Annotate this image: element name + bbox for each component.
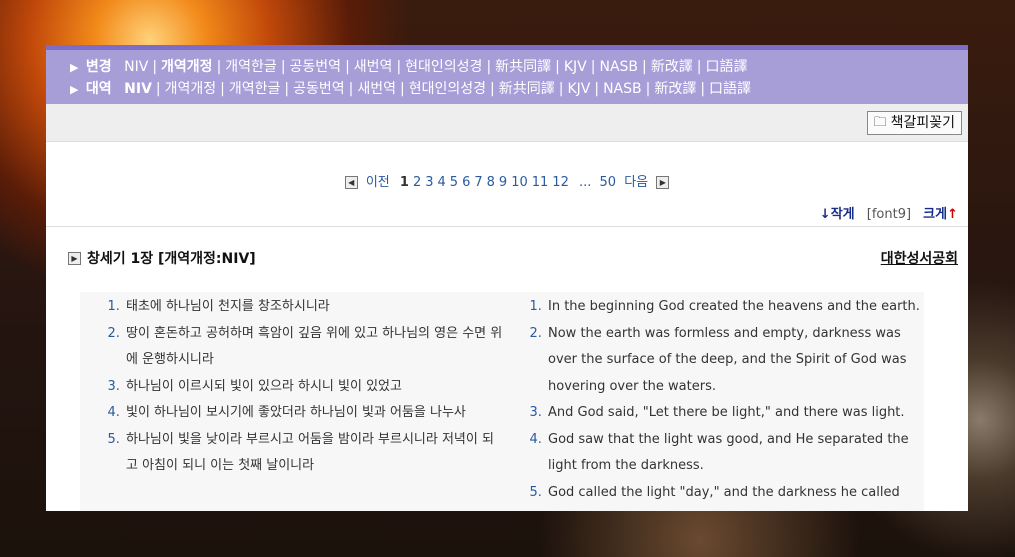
page-link[interactable]: 6 <box>462 175 470 190</box>
separator: | <box>348 81 354 97</box>
separator: | <box>396 59 402 75</box>
separator: | <box>155 81 161 97</box>
next-arrow-icon[interactable]: ▶ <box>656 176 670 189</box>
page-link[interactable]: 12 <box>552 175 569 190</box>
bookmark-button[interactable]: 🗀 책갈피꽂기 <box>866 111 962 135</box>
compare-option[interactable]: 口語譯 <box>709 81 751 97</box>
page-link[interactable]: 10 <box>511 175 528 190</box>
chapter-heading: ▶ 창세기 1장 [개역개정:NIV] <box>68 248 256 268</box>
page-link[interactable]: 11 <box>532 175 549 190</box>
compare-option[interactable]: 新改譯 <box>654 81 696 97</box>
change-option[interactable]: 현대인의성경 <box>405 59 482 75</box>
font-current: [font9] <box>866 207 912 222</box>
font-smaller-button[interactable]: ↓작게 <box>820 207 855 222</box>
change-option[interactable]: NASB <box>599 59 638 75</box>
separator: | <box>555 59 560 75</box>
change-option[interactable]: KJV <box>564 59 587 75</box>
page-link[interactable]: 2 <box>413 175 421 190</box>
verses-panel: 태초에 하나님이 천지를 창조하시니라땅이 혼돈하고 공허하며 흑암이 깊음 위… <box>80 292 924 511</box>
verse-item: God saw that the light was good, and He … <box>546 427 922 480</box>
separator: | <box>558 81 564 97</box>
compare-option[interactable]: 새번역 <box>357 81 396 97</box>
compare-label: 대역 <box>85 81 112 97</box>
page-link[interactable]: 1 <box>400 175 409 190</box>
compare-option[interactable]: NIV <box>124 81 152 97</box>
page-link[interactable]: 9 <box>499 175 507 190</box>
page-link[interactable]: 8 <box>487 175 495 190</box>
change-version-row: ▶ 변경 NIV | 개역개정 | 개역한글 | 공동번역 | 새번역 | 현대인의성경 | 新共同譯 |… <box>70 56 968 78</box>
triangle-right-icon: ▶ <box>70 83 79 96</box>
ellipsis: ... <box>578 175 592 190</box>
pagination: ◀ 이전 1 2 3 4 5 6 7 8 9 10 11 12 ... 50 다음 ▶ <box>46 171 968 190</box>
verse-item: 빛이 하나님이 보시기에 좋았더라 하나님이 빛과 어둠을 나누사 <box>124 400 504 427</box>
verse-item: 태초에 하나님이 천지를 창조하시니라 <box>124 294 504 321</box>
play-icon[interactable]: ▶ <box>68 251 81 265</box>
verse-item: God called the light "day," and the dark… <box>546 480 922 507</box>
separator: | <box>590 59 596 75</box>
separator: | <box>345 59 350 75</box>
verse-item: And God said, "Let there be light," and … <box>546 400 922 427</box>
verse-item: 하나님이 이르시되 빛이 있으라 하시니 빛이 있었고 <box>124 374 504 401</box>
separator: | <box>645 81 651 97</box>
page-link[interactable]: 7 <box>474 175 482 190</box>
change-option[interactable]: 新共同譯 <box>495 59 551 75</box>
font-bigger-button[interactable]: 크게↑ <box>923 207 958 222</box>
change-option[interactable]: NIV <box>124 59 148 75</box>
change-label: 변경 <box>85 59 112 75</box>
page-links: 1 2 3 4 5 6 7 8 9 10 11 12 <box>398 175 571 190</box>
page-link[interactable]: 3 <box>425 175 433 190</box>
font-size-control: ↓작게 [font9] 크게↑ <box>820 203 958 222</box>
change-options: NIV | 개역개정 | 개역한글 | 공동번역 | 새번역 | 현대인의성경 | 新共同譯 | KJV | N… <box>124 59 747 75</box>
triangle-right-icon: ▶ <box>70 61 79 74</box>
compare-option[interactable]: KJV <box>567 81 590 97</box>
compare-option[interactable]: 공동번역 <box>293 81 345 97</box>
separator: | <box>400 81 405 97</box>
page-link[interactable]: 4 <box>438 175 446 190</box>
change-option[interactable]: 口語譯 <box>705 59 747 75</box>
compare-option[interactable]: 新共同譯 <box>499 81 555 97</box>
verse-item: Now the earth was formless and empty, da… <box>546 321 922 401</box>
publisher-link[interactable]: 대한성서공회 <box>881 248 958 268</box>
separator: | <box>216 59 222 75</box>
korean-column: 태초에 하나님이 천지를 창조하시니라땅이 혼돈하고 공허하며 흑암이 깊음 위… <box>104 294 504 480</box>
change-option[interactable]: 공동번역 <box>290 59 342 75</box>
compare-option[interactable]: 현대인의성경 <box>409 81 486 97</box>
toolbar: 🗀 책갈피꽂기 <box>46 104 968 142</box>
compare-option[interactable]: 개역한글 <box>229 81 281 97</box>
next-link[interactable]: 다음 <box>624 175 648 190</box>
separator: | <box>220 81 225 97</box>
compare-version-row: ▶ 대역 NIV | 개역개정 | 개역한글 | 공동번역 | 새번역 | 현대인의성경 | 新共同譯 |… <box>70 78 968 100</box>
change-option[interactable]: 新改譯 <box>651 59 693 75</box>
compare-option[interactable]: NASB <box>603 81 642 97</box>
compare-option[interactable]: 개역개정 <box>165 81 217 97</box>
version-nav: ▶ 변경 NIV | 개역개정 | 개역한글 | 공동번역 | 새번역 | 현대인의성경 | 新共同譯 |… <box>46 50 968 104</box>
separator: | <box>490 81 495 97</box>
verse-item: 하나님이 빛을 낮이라 부르시고 어둠을 밤이라 부르시니라 저녁이 되고 아침… <box>124 427 504 480</box>
verse-item: 땅이 혼돈하고 공허하며 흑암이 깊음 위에 있고 하나님의 영은 수면 위에 … <box>124 321 504 374</box>
english-column: In the beginning God created the heavens… <box>526 294 922 506</box>
separator: | <box>486 59 492 75</box>
change-option[interactable]: 새번역 <box>354 59 393 75</box>
verse-item: In the beginning God created the heavens… <box>546 294 922 321</box>
change-option[interactable]: 개역개정 <box>161 59 213 75</box>
page-link[interactable]: 5 <box>450 175 458 190</box>
compare-options: NIV | 개역개정 | 개역한글 | 공동번역 | 새번역 | 현대인의성경 | 新共同譯 | KJV | N… <box>124 81 751 97</box>
separator: | <box>152 59 158 75</box>
prev-link[interactable]: 이전 <box>366 175 390 190</box>
prev-arrow-icon[interactable]: ◀ <box>344 176 358 189</box>
bible-viewer-window: ▶ 변경 NIV | 개역개정 | 개역한글 | 공동번역 | 새번역 | 현대인의성경 | 新共同譯 |… <box>46 45 968 511</box>
bookmark-icon: 🗀 <box>873 115 887 130</box>
chapter-title: 창세기 1장 [개역개정:NIV] <box>87 251 256 267</box>
separator: | <box>642 59 647 75</box>
bookmark-label: 책갈피꽂기 <box>890 115 955 131</box>
separator: | <box>280 59 286 75</box>
divider <box>46 226 968 227</box>
separator: | <box>594 81 600 97</box>
separator: | <box>696 59 702 75</box>
separator: | <box>700 81 706 97</box>
change-option[interactable]: 개역한글 <box>225 59 277 75</box>
page-link-last[interactable]: 50 <box>600 175 617 190</box>
separator: | <box>284 81 290 97</box>
